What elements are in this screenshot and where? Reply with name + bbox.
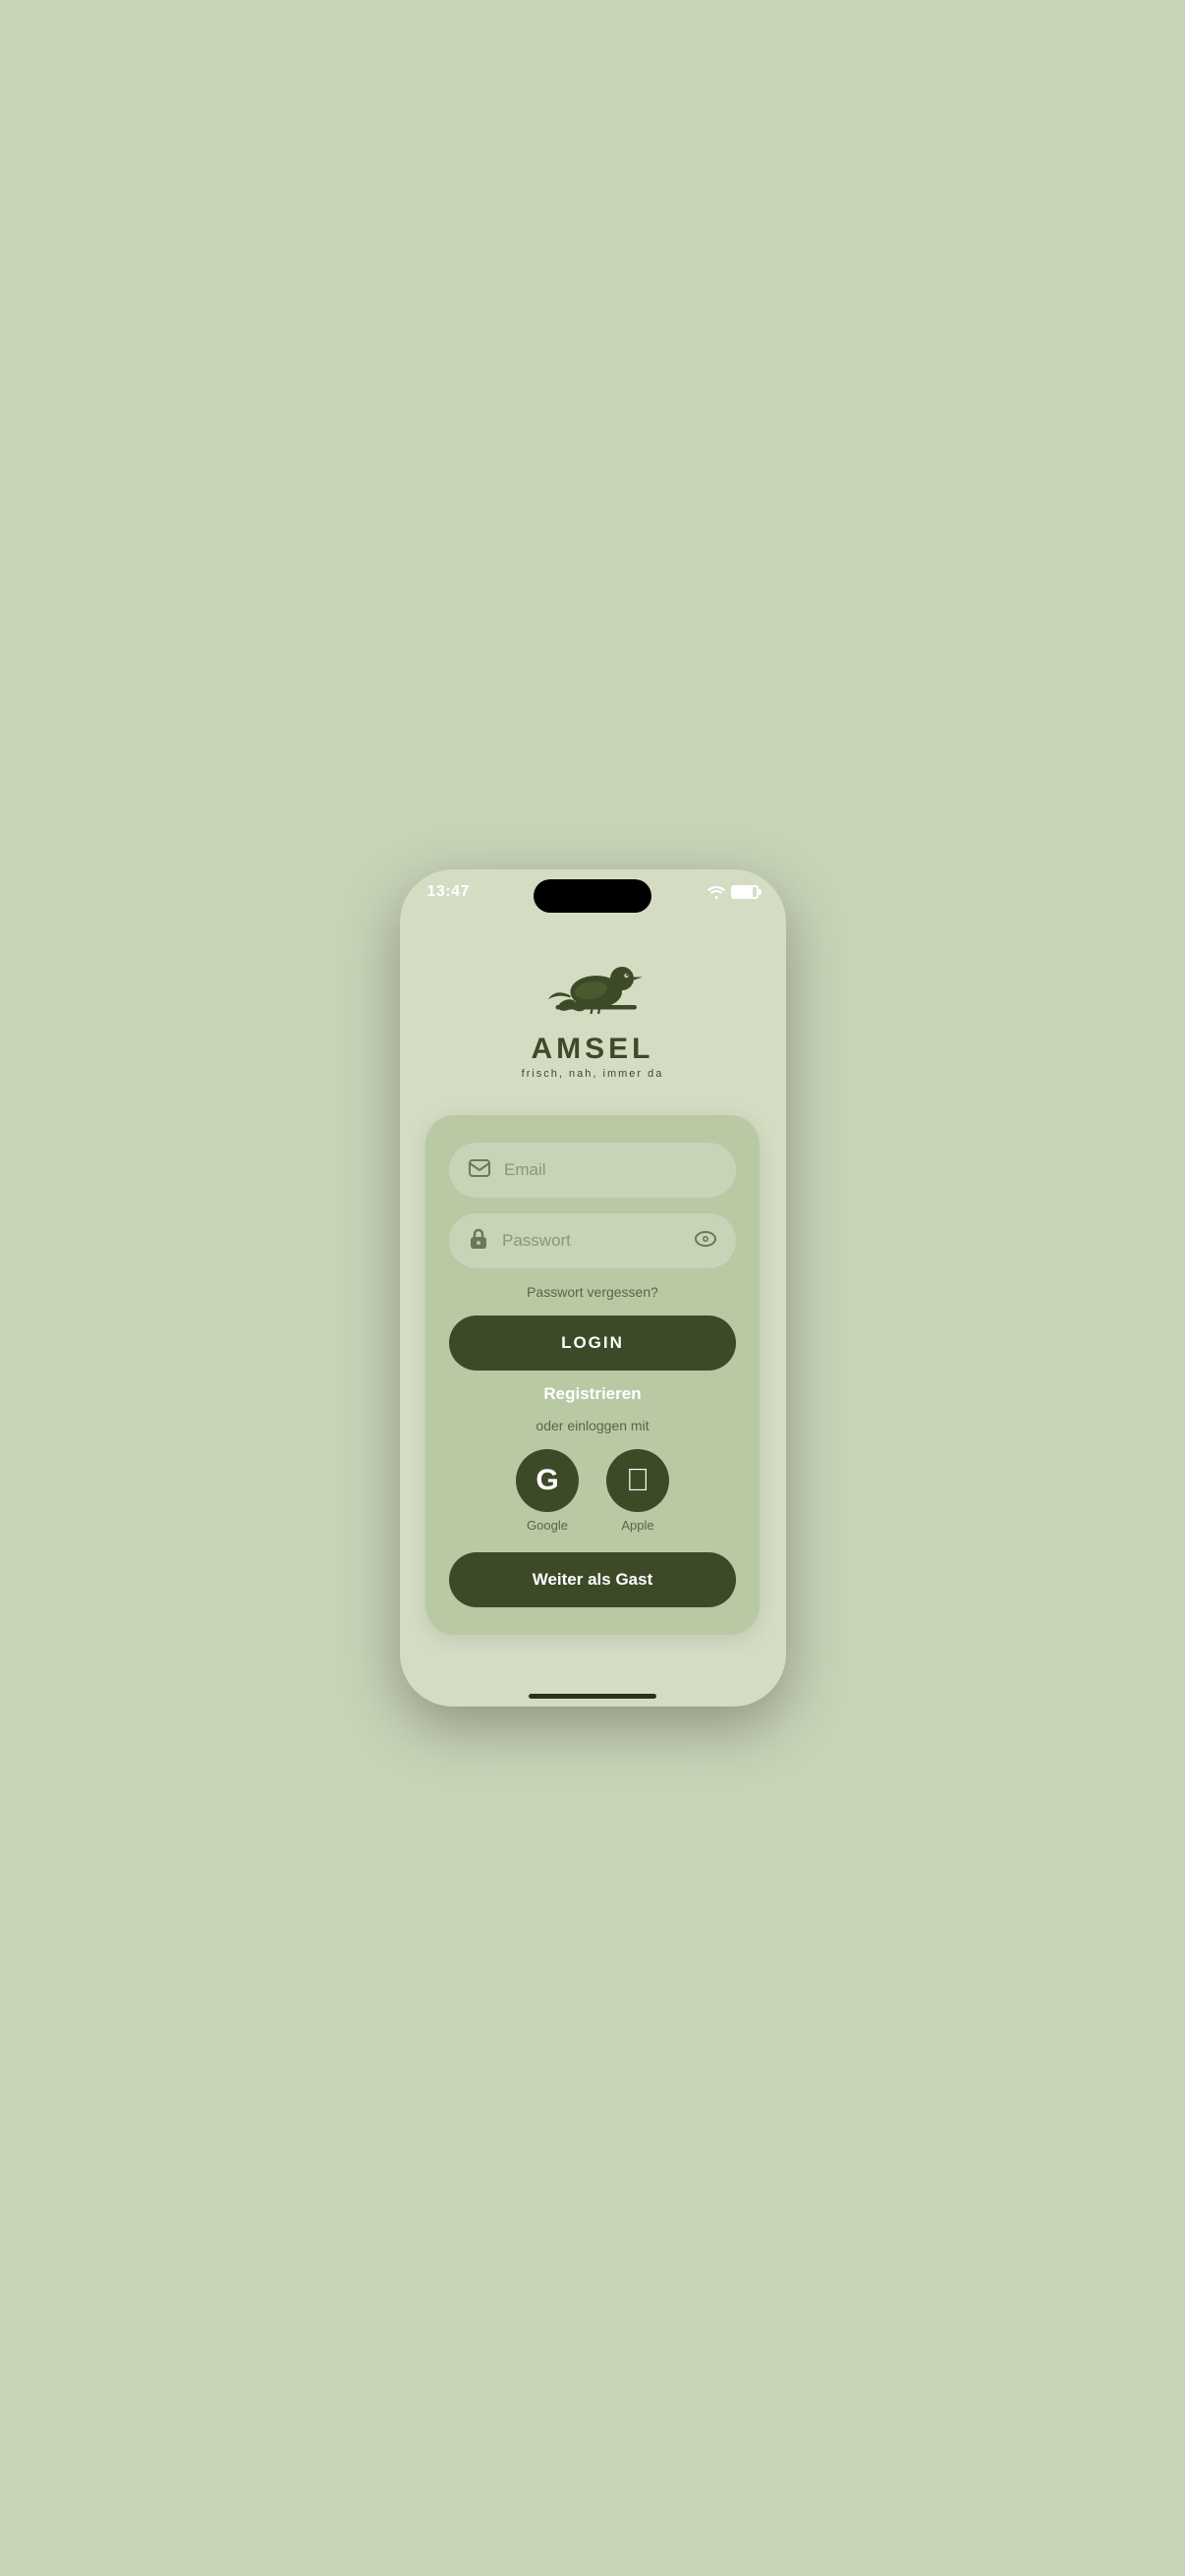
login-card: Passwort vergessen? LOGIN Registrieren o… [425, 1115, 760, 1635]
google-icon-circle: G [516, 1449, 579, 1512]
forgot-password-link[interactable]: Passwort vergessen? [527, 1284, 658, 1300]
google-icon: G [536, 1464, 558, 1497]
brand-name: AMSEL [531, 1033, 653, 1066]
email-icon [469, 1159, 490, 1182]
eye-icon[interactable] [695, 1231, 716, 1252]
status-bar: 13:47 [400, 869, 786, 901]
email-input-container [449, 1143, 736, 1198]
password-input-container [449, 1213, 736, 1268]
phone-frame: 13:47 [400, 869, 786, 1707]
social-login-area: G Google  Apple [516, 1449, 669, 1533]
login-button[interactable]: LOGIN [449, 1316, 736, 1371]
or-text: oder einloggen mit [536, 1418, 649, 1433]
dynamic-island [534, 879, 651, 913]
google-login-button[interactable]: G Google [516, 1449, 579, 1533]
apple-label: Apple [621, 1518, 653, 1533]
register-link[interactable]: Registrieren [543, 1384, 641, 1404]
apple-icon-circle:  [606, 1449, 669, 1512]
logo-area: AMSEL frisch, nah, immer da [522, 940, 664, 1080]
bird-logo [534, 940, 651, 1029]
apple-login-button[interactable]:  Apple [606, 1449, 669, 1533]
apple-icon:  [626, 1464, 649, 1495]
email-field-wrapper [449, 1143, 736, 1198]
brand-tagline: frisch, nah, immer da [522, 1068, 664, 1080]
wifi-icon [707, 885, 725, 899]
status-icons [707, 885, 759, 899]
google-label: Google [527, 1518, 568, 1533]
status-time: 13:47 [427, 883, 470, 901]
home-indicator [529, 1694, 656, 1699]
battery-icon [731, 885, 759, 899]
password-input[interactable] [502, 1231, 716, 1251]
email-input[interactable] [504, 1160, 716, 1180]
password-field-wrapper [449, 1213, 736, 1268]
guest-button[interactable]: Weiter als Gast [449, 1552, 736, 1607]
lock-icon [469, 1228, 488, 1255]
